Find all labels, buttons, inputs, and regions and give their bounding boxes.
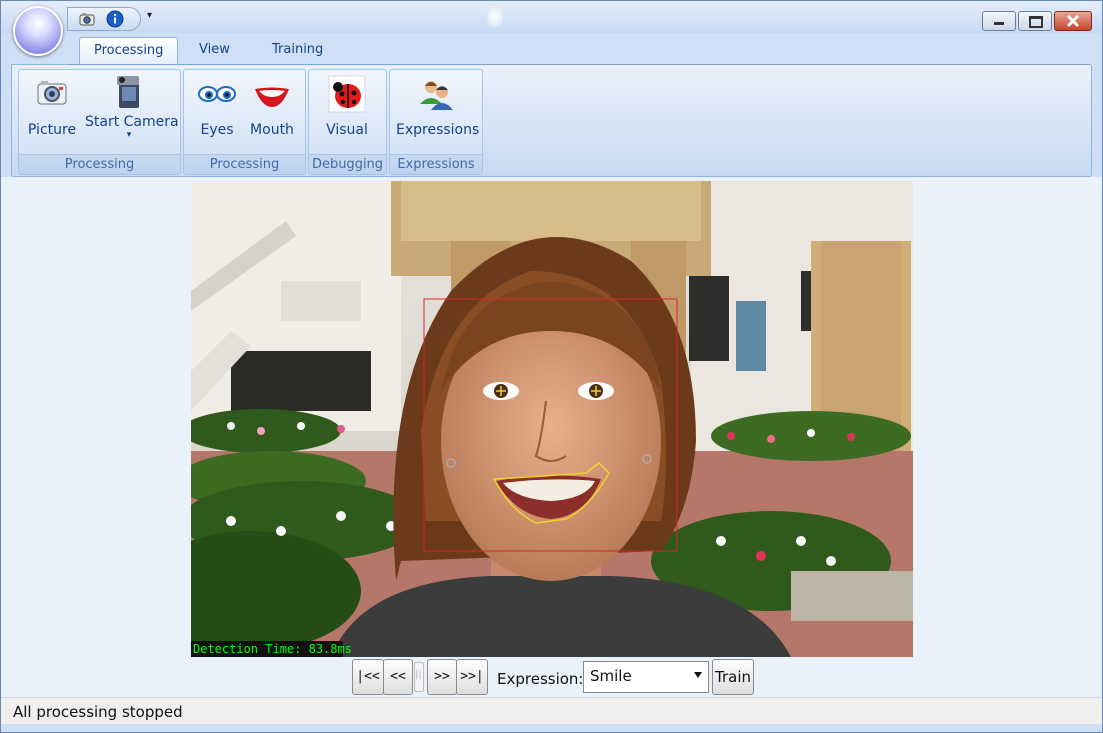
quick-access-toolbar (67, 7, 141, 31)
mouth-button[interactable]: Mouth (246, 74, 298, 154)
expressions-label: Expressions (396, 122, 480, 138)
app-window: ▾ Processing View Training & Prediction (0, 0, 1103, 733)
group-label: Processing (184, 154, 305, 174)
first-frame-button[interactable]: |<< (352, 659, 384, 695)
maximize-icon (1029, 16, 1043, 28)
expressions-button[interactable]: Expressions (396, 74, 480, 154)
tab-processing[interactable]: Processing (79, 37, 179, 64)
minimize-button[interactable] (982, 11, 1016, 31)
eyes-icon (197, 74, 237, 114)
start-camera-button[interactable]: Start Camera ▾ (85, 72, 179, 152)
video-camera-icon (109, 72, 149, 112)
expression-select[interactable]: Smile (583, 661, 709, 693)
main-content: Detection Time: 83.8ms (1, 177, 1102, 697)
title-bar: ▾ (1, 1, 1102, 33)
close-button[interactable] (1054, 11, 1092, 31)
group-debugging: Visual Debugging (308, 69, 387, 175)
pause-icon: || (415, 669, 422, 680)
tab-view[interactable]: View (185, 37, 244, 63)
next-frame-button[interactable]: >> (427, 659, 457, 695)
expression-selected-value: Smile (590, 667, 632, 685)
users-icon (416, 74, 456, 114)
mouth-label: Mouth (250, 122, 294, 138)
eyes-button[interactable]: Eyes (192, 74, 242, 154)
start-camera-label: Start Camera (85, 114, 179, 130)
maximize-button[interactable] (1018, 11, 1052, 31)
chevron-down-icon: ▾ (126, 130, 132, 140)
ladybug-icon (327, 74, 367, 114)
visual-button[interactable]: Visual (319, 74, 375, 154)
camera-icon (32, 74, 72, 114)
minimize-icon (994, 22, 1004, 25)
quick-access-customize[interactable]: ▾ (147, 10, 152, 21)
ribbon: Picture Start Camera ▾ Processing Eyes M… (11, 64, 1092, 177)
eyes-label: Eyes (200, 122, 234, 138)
chevron-down-icon (694, 672, 702, 678)
picture-label: Picture (27, 122, 77, 138)
tab-training-prediction[interactable]: Training & Prediction (258, 37, 351, 109)
group-label: Processing (19, 154, 180, 174)
window-controls (982, 11, 1092, 31)
visual-label: Visual (326, 122, 368, 138)
previous-frame-button[interactable]: << (383, 659, 413, 695)
camera-icon[interactable] (78, 10, 96, 28)
train-button[interactable]: Train (712, 659, 754, 695)
info-icon[interactable] (106, 10, 124, 28)
group-label: Expressions (390, 154, 482, 174)
group-label: Debugging (309, 154, 386, 174)
group-expressions: Expressions Expressions (389, 69, 483, 175)
status-bar: All processing stopped (1, 697, 1102, 724)
last-frame-button[interactable]: >>| (456, 659, 488, 695)
camera-image: Detection Time: 83.8ms (191, 181, 913, 657)
status-text: All processing stopped (13, 703, 183, 721)
group-processing-capture: Picture Start Camera ▾ Processing (18, 69, 181, 175)
picture-button[interactable]: Picture (27, 74, 77, 154)
application-menu-button[interactable] (13, 6, 63, 56)
mouth-icon (252, 74, 292, 114)
detection-time-text: Detection Time: 83.8ms (193, 642, 352, 656)
expression-label: Expression: (497, 670, 584, 688)
title-glow (487, 7, 503, 27)
ribbon-divider (69, 64, 1090, 65)
window-bottom-frame (1, 724, 1102, 732)
group-processing-features: Eyes Mouth Processing (183, 69, 306, 175)
pause-button[interactable]: || (414, 662, 424, 692)
close-icon (1066, 14, 1080, 28)
